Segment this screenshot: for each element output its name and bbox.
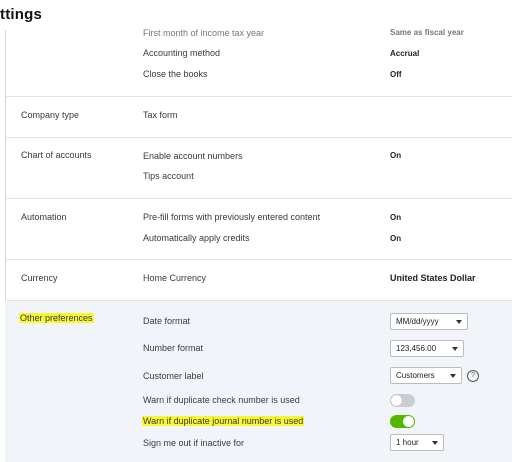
number-format-select[interactable]: 123,456.00	[390, 340, 464, 357]
apply-credits-label: Automatically apply credits	[143, 233, 250, 243]
toggle-knob	[391, 395, 402, 406]
date-format-value: MM/dd/yyyy	[396, 317, 439, 326]
number-format-value: 123,456.00	[396, 344, 437, 353]
close-books-label: Close the books	[143, 69, 208, 79]
section-currency[interactable]: Currency	[21, 273, 58, 283]
divider	[5, 96, 512, 97]
close-books-value: Off	[390, 70, 402, 79]
warn-journal-toggle[interactable]	[390, 415, 415, 428]
help-icon[interactable]: ?	[467, 370, 479, 382]
tax-form-label: Tax form	[143, 110, 178, 120]
chevron-down-icon	[456, 320, 462, 324]
customer-label-value: Customers	[396, 371, 435, 380]
warn-journal-label: Warn if duplicate journal number is used	[142, 416, 305, 426]
divider	[5, 137, 512, 138]
home-currency-label: Home Currency	[143, 273, 207, 283]
prefill-forms-label: Pre-fill forms with previously entered c…	[143, 212, 321, 222]
section-automation[interactable]: Automation	[21, 212, 67, 222]
chevron-down-icon	[450, 374, 456, 378]
chevron-down-icon	[452, 347, 458, 351]
toggle-knob	[403, 416, 414, 427]
warn-journal-row: Warn if duplicate journal number is used	[142, 416, 305, 426]
customer-label-select[interactable]: Customers	[390, 367, 462, 384]
apply-credits-value: On	[390, 234, 402, 243]
accounting-method-value: Accrual	[390, 49, 420, 58]
date-format-select[interactable]: MM/dd/yyyy	[390, 313, 468, 330]
divider	[5, 259, 512, 260]
prefill-forms-value: On	[390, 213, 402, 222]
warn-check-label: Warn if duplicate check number is used	[143, 395, 300, 405]
number-format-label: Number format	[143, 343, 204, 353]
warn-check-toggle[interactable]	[390, 394, 415, 407]
enable-account-numbers-value: On	[390, 151, 402, 160]
home-currency-value: United States Dollar	[390, 273, 476, 283]
customer-label-label: Customer label	[143, 371, 204, 381]
section-chart-of-accounts[interactable]: Chart of accounts	[21, 150, 92, 160]
page-title: ttings	[0, 6, 43, 23]
sign-out-label: Sign me out if inactive for	[143, 438, 245, 448]
enable-account-numbers-label: Enable account numbers	[143, 151, 243, 161]
section-other-preferences[interactable]: Other preferences	[19, 313, 94, 323]
sign-out-select[interactable]: 1 hour	[390, 434, 444, 451]
first-month-value: Same as fiscal year	[390, 28, 464, 37]
tips-account-label: Tips account	[143, 171, 194, 181]
section-company-type[interactable]: Company type	[21, 110, 79, 120]
accounting-method-label: Accounting method	[143, 48, 221, 58]
sign-out-value: 1 hour	[396, 438, 419, 447]
chevron-down-icon	[432, 441, 438, 445]
date-format-label: Date format	[143, 316, 191, 326]
first-month-label: First month of income tax year	[143, 28, 265, 38]
divider	[5, 198, 512, 199]
other-preferences-label: Other preferences	[19, 313, 94, 323]
